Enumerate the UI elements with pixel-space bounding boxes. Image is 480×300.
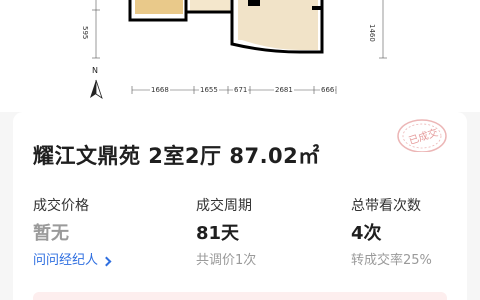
compass-label: N bbox=[92, 66, 98, 75]
stat-label: 成交周期 bbox=[196, 198, 252, 214]
scale-dim: 671 bbox=[233, 86, 249, 94]
floor-plan[interactable]: 595 1460 N 1668 1655 671 2681 666 bbox=[0, 0, 480, 112]
scale-dim: 1668 bbox=[150, 86, 170, 94]
stat-value: 暂无 bbox=[33, 223, 69, 244]
scale-dim: 666 bbox=[320, 86, 336, 94]
next-section-strip bbox=[33, 292, 447, 300]
dim-right-label: 1460 bbox=[368, 24, 376, 42]
scale-dim: 2681 bbox=[274, 86, 294, 94]
listing-title: 耀江文鼎苑 2室2厅 87.02㎡ bbox=[33, 144, 320, 168]
chevron-right-icon bbox=[101, 256, 112, 266]
stat-period: 成交周期 81天 共调价1次 bbox=[196, 196, 256, 270]
scale-dim: 1655 bbox=[199, 86, 219, 94]
floor-plan-drawing bbox=[90, 0, 387, 99]
stat-label: 总带看次数 bbox=[351, 198, 421, 214]
stat-label: 成交价格 bbox=[33, 198, 89, 214]
listing-detail-page: 595 1460 N 1668 1655 671 2681 666 已成交 耀江… bbox=[0, 0, 480, 300]
stat-value: 4次 bbox=[351, 223, 382, 244]
sold-stamp: 已成交 bbox=[392, 116, 448, 153]
ask-agent-label: 问问经纪人 bbox=[33, 253, 99, 268]
stat-sub: 转成交率25% bbox=[351, 253, 432, 268]
stat-value: 81天 bbox=[196, 223, 240, 244]
stat-price: 成交价格 暂无 问问经纪人 bbox=[33, 196, 112, 270]
stat-sub: 共调价1次 bbox=[196, 253, 257, 268]
dim-left-label: 595 bbox=[81, 26, 89, 40]
stat-views: 总带看次数 4次 转成交率25% bbox=[351, 196, 432, 270]
ask-agent-link[interactable]: 问问经纪人 bbox=[33, 252, 112, 270]
